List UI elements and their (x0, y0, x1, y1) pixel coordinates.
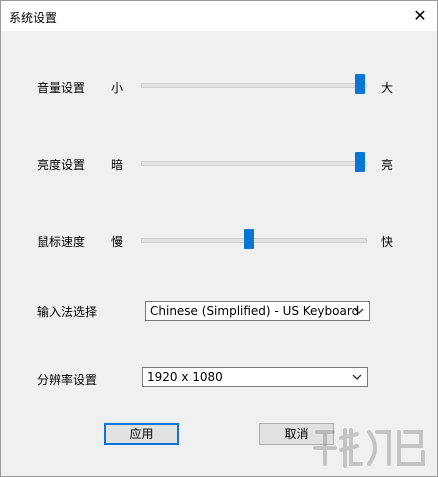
input-method-label: 输入法选择 (37, 305, 98, 319)
window-title: 系统设置 (9, 11, 58, 25)
brightness-slider-track[interactable] (141, 161, 367, 166)
brightness-max-label: 亮 (381, 158, 394, 172)
resolution-value: 1920 x 1080 (147, 370, 223, 384)
brightness-min-label: 暗 (111, 158, 124, 172)
mouse-speed-slider-thumb[interactable] (243, 229, 254, 249)
input-method-select[interactable]: Chinese (Simplified) - US Keyboard (145, 301, 370, 321)
input-method-value: Chinese (Simplified) - US Keyboard (150, 304, 360, 318)
chevron-down-icon (354, 308, 364, 314)
mouse-speed-label: 鼠标速度 (37, 235, 86, 249)
mouse-speed-max-label: 快 (381, 235, 394, 249)
mouse-speed-slider-track[interactable] (141, 238, 367, 243)
volume-max-label: 大 (381, 81, 394, 95)
mouse-speed-min-label: 慢 (111, 235, 124, 249)
volume-label: 音量设置 (37, 81, 86, 95)
title-bar[interactable]: 系统设置 ✕ (1, 1, 437, 31)
volume-slider-track[interactable] (141, 83, 367, 88)
close-icon[interactable]: ✕ (403, 1, 437, 31)
apply-button[interactable]: 应用 (104, 423, 179, 445)
resolution-select[interactable]: 1920 x 1080 (142, 367, 368, 387)
volume-min-label: 小 (111, 81, 124, 95)
settings-window: 系统设置 ✕ 音量设置 小 大 亮度设置 暗 亮 鼠标速度 慢 快 输入法选择 … (0, 0, 438, 477)
resolution-label: 分辨率设置 (37, 373, 98, 387)
watermark-logo (313, 428, 425, 468)
brightness-label: 亮度设置 (37, 158, 86, 172)
chevron-down-icon (352, 374, 362, 380)
brightness-slider-thumb[interactable] (355, 152, 365, 172)
volume-slider-thumb[interactable] (355, 74, 365, 94)
